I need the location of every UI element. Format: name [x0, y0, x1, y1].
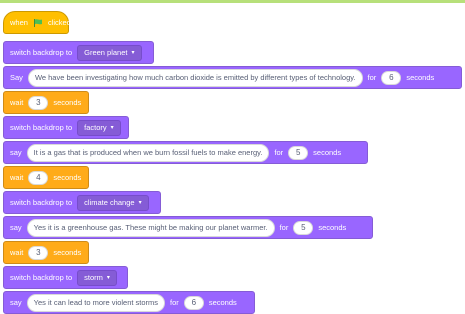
- duration-input[interactable]: 5: [288, 145, 309, 160]
- switch-backdrop-label: switch backdrop to: [10, 48, 73, 57]
- wait-label: wait: [10, 173, 24, 182]
- when-label: when: [10, 18, 28, 27]
- backdrop-name: climate change: [84, 197, 135, 207]
- duration-input[interactable]: 5: [293, 220, 314, 235]
- wait-seconds-block[interactable]: wait 3 seconds: [3, 241, 89, 264]
- message-input[interactable]: Yes it is a greenhouse gas. These might …: [26, 218, 275, 237]
- wait-label: wait: [10, 248, 24, 257]
- chevron-down-icon: ▾: [131, 49, 135, 56]
- switch-backdrop-block[interactable]: switch backdrop to factory ▾: [3, 116, 129, 139]
- when-flag-clicked-block[interactable]: when clicked: [3, 11, 71, 34]
- seconds-label: seconds: [313, 148, 342, 157]
- duration-input[interactable]: 6: [381, 70, 402, 85]
- duration-input[interactable]: 6: [183, 295, 204, 310]
- seconds-label: seconds: [318, 223, 347, 232]
- message-input[interactable]: It is a gas that is produced when we bur…: [26, 143, 270, 162]
- wait-duration-input[interactable]: 4: [28, 170, 49, 185]
- say-for-seconds-block[interactable]: say Yes it is a greenhouse gas. These mi…: [3, 216, 373, 239]
- say-for-seconds-block[interactable]: say It is a gas that is produced when we…: [3, 141, 368, 164]
- backdrop-name: storm: [84, 272, 103, 282]
- switch-backdrop-block[interactable]: switch backdrop to Green planet ▾: [3, 41, 154, 64]
- switch-backdrop-label: switch backdrop to: [10, 198, 73, 207]
- seconds-label: seconds: [208, 298, 237, 307]
- switch-backdrop-label: switch backdrop to: [10, 273, 73, 282]
- chevron-down-icon: ▾: [110, 124, 114, 131]
- say-for-seconds-block[interactable]: Say We have been investigating how much …: [3, 66, 462, 89]
- for-label: for: [170, 298, 179, 307]
- say-label: Say: [10, 73, 23, 82]
- wait-duration-input[interactable]: 3: [28, 95, 49, 110]
- seconds-label: seconds: [53, 98, 82, 107]
- say-for-seconds-block[interactable]: say Yes it can lead to more violent stor…: [3, 291, 255, 314]
- for-label: for: [274, 148, 284, 157]
- backdrop-name: Green planet: [84, 47, 128, 57]
- wait-seconds-block[interactable]: wait 4 seconds: [3, 166, 89, 189]
- switch-backdrop-block[interactable]: switch backdrop to storm ▾: [3, 266, 128, 289]
- for-label: for: [367, 73, 377, 82]
- wait-duration-input[interactable]: 3: [28, 245, 49, 260]
- backdrop-dropdown[interactable]: Green planet ▾: [77, 44, 142, 61]
- chevron-down-icon: ▾: [106, 274, 110, 281]
- backdrop-name: factory: [84, 122, 107, 132]
- backdrop-dropdown[interactable]: factory ▾: [77, 119, 121, 136]
- for-label: for: [279, 223, 289, 232]
- switch-backdrop-label: switch backdrop to: [10, 123, 73, 132]
- say-label: say: [10, 223, 22, 232]
- say-label: say: [10, 148, 22, 157]
- clicked-label: clicked: [47, 18, 71, 27]
- seconds-label: seconds: [406, 73, 435, 82]
- say-label: say: [10, 298, 22, 307]
- chevron-down-icon: ▾: [138, 199, 142, 206]
- switch-backdrop-block[interactable]: switch backdrop to climate change ▾: [3, 191, 161, 214]
- wait-seconds-block[interactable]: wait 3 seconds: [3, 91, 89, 114]
- wait-label: wait: [10, 98, 24, 107]
- top-border-line: [0, 0, 465, 3]
- backdrop-dropdown[interactable]: climate change ▾: [77, 194, 149, 211]
- message-input[interactable]: We have been investigating how much carb…: [27, 68, 363, 87]
- green-flag-icon: [33, 18, 43, 28]
- seconds-label: seconds: [53, 248, 82, 257]
- seconds-label: seconds: [53, 173, 82, 182]
- backdrop-dropdown[interactable]: storm ▾: [77, 269, 117, 286]
